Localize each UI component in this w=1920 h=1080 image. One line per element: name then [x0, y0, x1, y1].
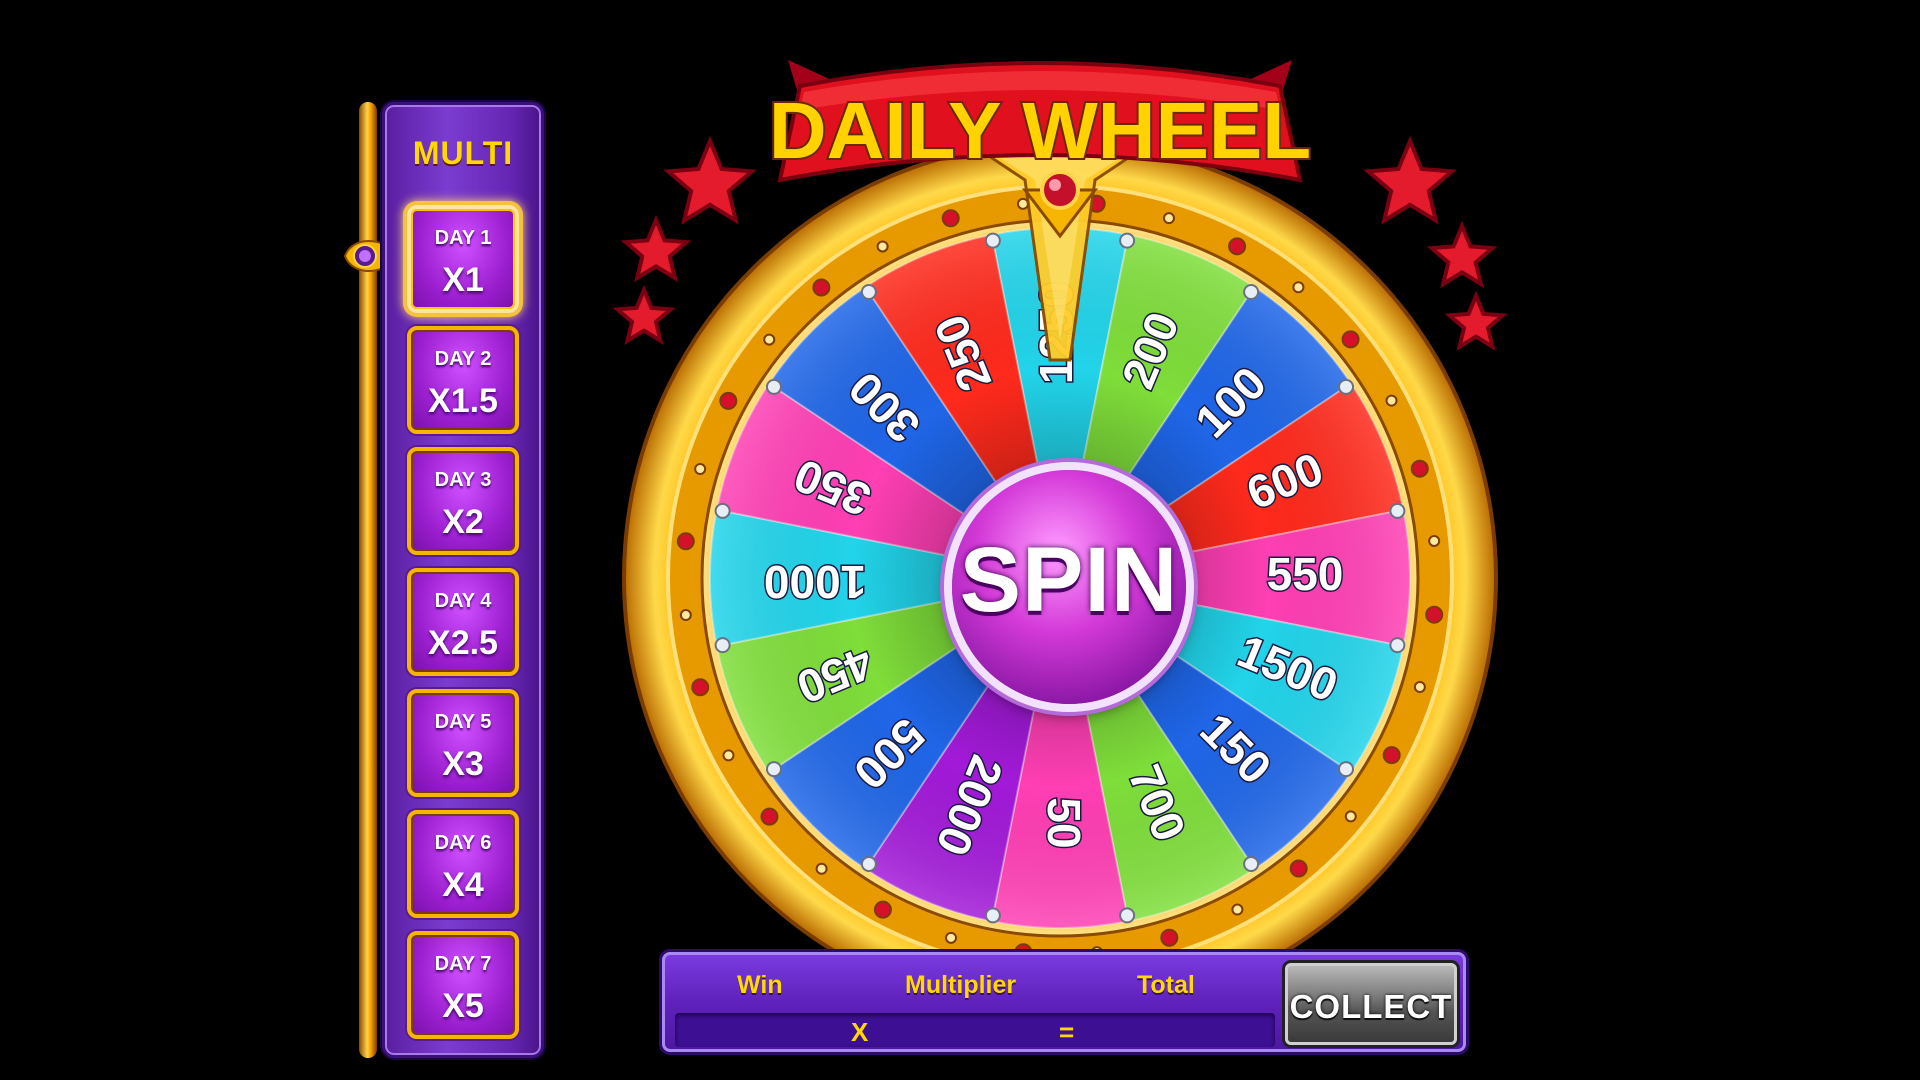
day-multiplier: X1 [442, 261, 484, 299]
wheel-peg [714, 502, 731, 519]
wheel-peg [984, 232, 1001, 249]
rim-jewel [876, 240, 889, 253]
wheel-peg [1338, 761, 1355, 778]
rim-jewel [1292, 281, 1305, 294]
day-label: DAY 7 [434, 953, 492, 975]
rim-jewel [815, 862, 828, 875]
day-4-tile: DAY 4 X2.5 [407, 568, 519, 676]
day-multiplier: X1.5 [428, 382, 498, 420]
rim-jewel [1382, 746, 1401, 765]
rim-jewel [1341, 330, 1360, 349]
rim-jewel [760, 807, 779, 826]
wheel-peg [1338, 378, 1355, 395]
equals-sign: = [1059, 1017, 1075, 1047]
rim-jewel [763, 333, 776, 346]
wheel-peg [1119, 232, 1136, 249]
result-bar: Win Multiplier Total X = COLLECT [662, 952, 1466, 1052]
rim-jewel [945, 931, 958, 944]
collect-button[interactable]: COLLECT [1285, 963, 1457, 1045]
day-multiplier: X3 [442, 745, 484, 783]
star-icon [620, 214, 692, 283]
times-sign: X [851, 1017, 869, 1047]
wheel-peg [860, 283, 877, 300]
multiplier-panel: MULTI DAY 1 X1 DAY 2 X1.5 DAY 3 X2 DAY 4 X2.5 DA… [382, 102, 544, 1058]
wheel-peg [1389, 637, 1406, 654]
wheel-peg [1389, 502, 1406, 519]
wheel-peg [1243, 283, 1260, 300]
rim-jewel [1385, 394, 1398, 407]
star-icon [1363, 135, 1457, 225]
rim-jewel [1289, 859, 1308, 878]
star-icon [1444, 290, 1508, 351]
segment-value: 1000 [764, 556, 866, 608]
rim-jewel [676, 532, 695, 551]
rim-jewel [1228, 237, 1247, 256]
wheel-peg [1119, 907, 1136, 924]
star-icon [1426, 220, 1498, 289]
wheel-peg [860, 856, 877, 873]
rim-jewel [679, 609, 692, 622]
rim-jewel [1160, 928, 1179, 947]
day-5-tile: DAY 5 X3 [407, 689, 519, 797]
day-label: DAY 5 [434, 711, 492, 733]
wheel-title: DAILY WHEEL [769, 86, 1311, 175]
day-label: DAY 4 [434, 590, 492, 612]
day-2-tile: DAY 2 X1.5 [407, 326, 519, 434]
wheel-peg [714, 637, 731, 654]
wheel-peg [984, 907, 1001, 924]
rim-jewel [691, 678, 710, 697]
daily-wheel-banner: DAILY WHEEL [767, 60, 1313, 183]
result-field [675, 1013, 1275, 1047]
rim-jewel [1410, 459, 1429, 478]
day-label: DAY 1 [434, 227, 492, 249]
rim-jewel [873, 900, 892, 919]
rim-jewel [1344, 810, 1357, 823]
day-3-tile: DAY 3 X2 [407, 447, 519, 555]
day-multiplier: X5 [442, 987, 484, 1025]
rim-jewel [1231, 903, 1244, 916]
day-multiplier: X2 [442, 503, 484, 541]
day-label: DAY 6 [434, 832, 492, 854]
rim-jewel [722, 749, 735, 762]
day-multiplier: X2.5 [428, 624, 498, 662]
spin-button[interactable]: SPIN [952, 470, 1186, 704]
multiplier-label: Multiplier [905, 971, 1017, 999]
wheel-peg [765, 761, 782, 778]
wheel-peg [1243, 856, 1260, 873]
star-icon [612, 284, 676, 345]
rim-jewel [1428, 534, 1441, 547]
day-label: DAY 2 [434, 348, 492, 370]
rim-jewel [694, 463, 707, 476]
win-label: Win [737, 971, 783, 999]
wheel-peg [765, 378, 782, 395]
segment-value: 50 [1038, 797, 1090, 848]
day-multiplier: X4 [442, 866, 484, 904]
rim-jewel [719, 391, 738, 410]
rim-jewel [812, 278, 831, 297]
day-6-tile: DAY 6 X4 [407, 810, 519, 918]
rim-jewel [1162, 212, 1175, 225]
multi-title: MULTI [412, 135, 514, 171]
rim-jewel [1413, 680, 1426, 693]
rim-jewel [941, 209, 960, 228]
day-1-tile: DAY 1 X1 [407, 205, 519, 313]
day-7-tile: DAY 7 X5 [407, 931, 519, 1039]
day-label: DAY 3 [434, 469, 492, 491]
segment-value: 550 [1267, 548, 1344, 600]
rim-jewel [1425, 605, 1444, 624]
total-label: Total [1137, 971, 1195, 999]
